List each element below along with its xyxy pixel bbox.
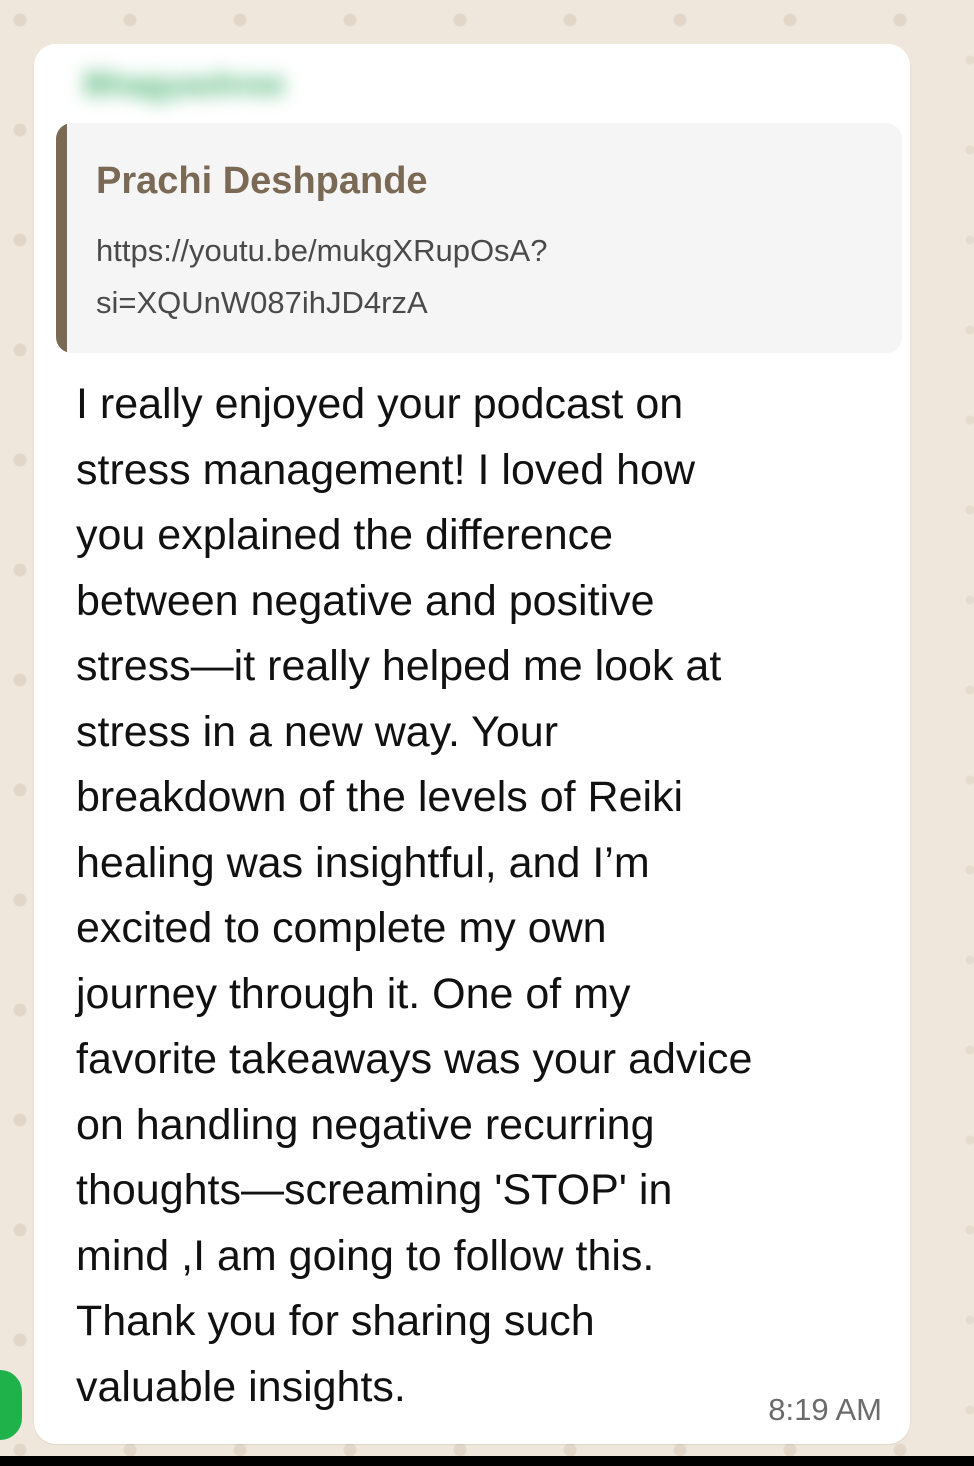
quoted-author: Prachi Deshpande — [96, 160, 428, 202]
message-text: I really enjoyed your podcast on stress … — [76, 380, 753, 1411]
message-bubble[interactable]: Bhagyashree Prachi Deshpande https://you… — [34, 44, 910, 1444]
bottom-edge-bar — [0, 1456, 974, 1466]
quoted-text: https://youtu.be/mukgXRupOsA? si=XQUnW08… — [96, 233, 548, 320]
quoted-message[interactable]: Prachi Deshpande https://youtu.be/mukgXR… — [56, 123, 902, 353]
message-timestamp: 8:19 AM — [768, 1392, 882, 1427]
quote-accent-bar — [56, 123, 67, 353]
unread-indicator — [0, 1370, 22, 1440]
sender-name-blurred: Bhagyashree — [84, 66, 285, 102]
